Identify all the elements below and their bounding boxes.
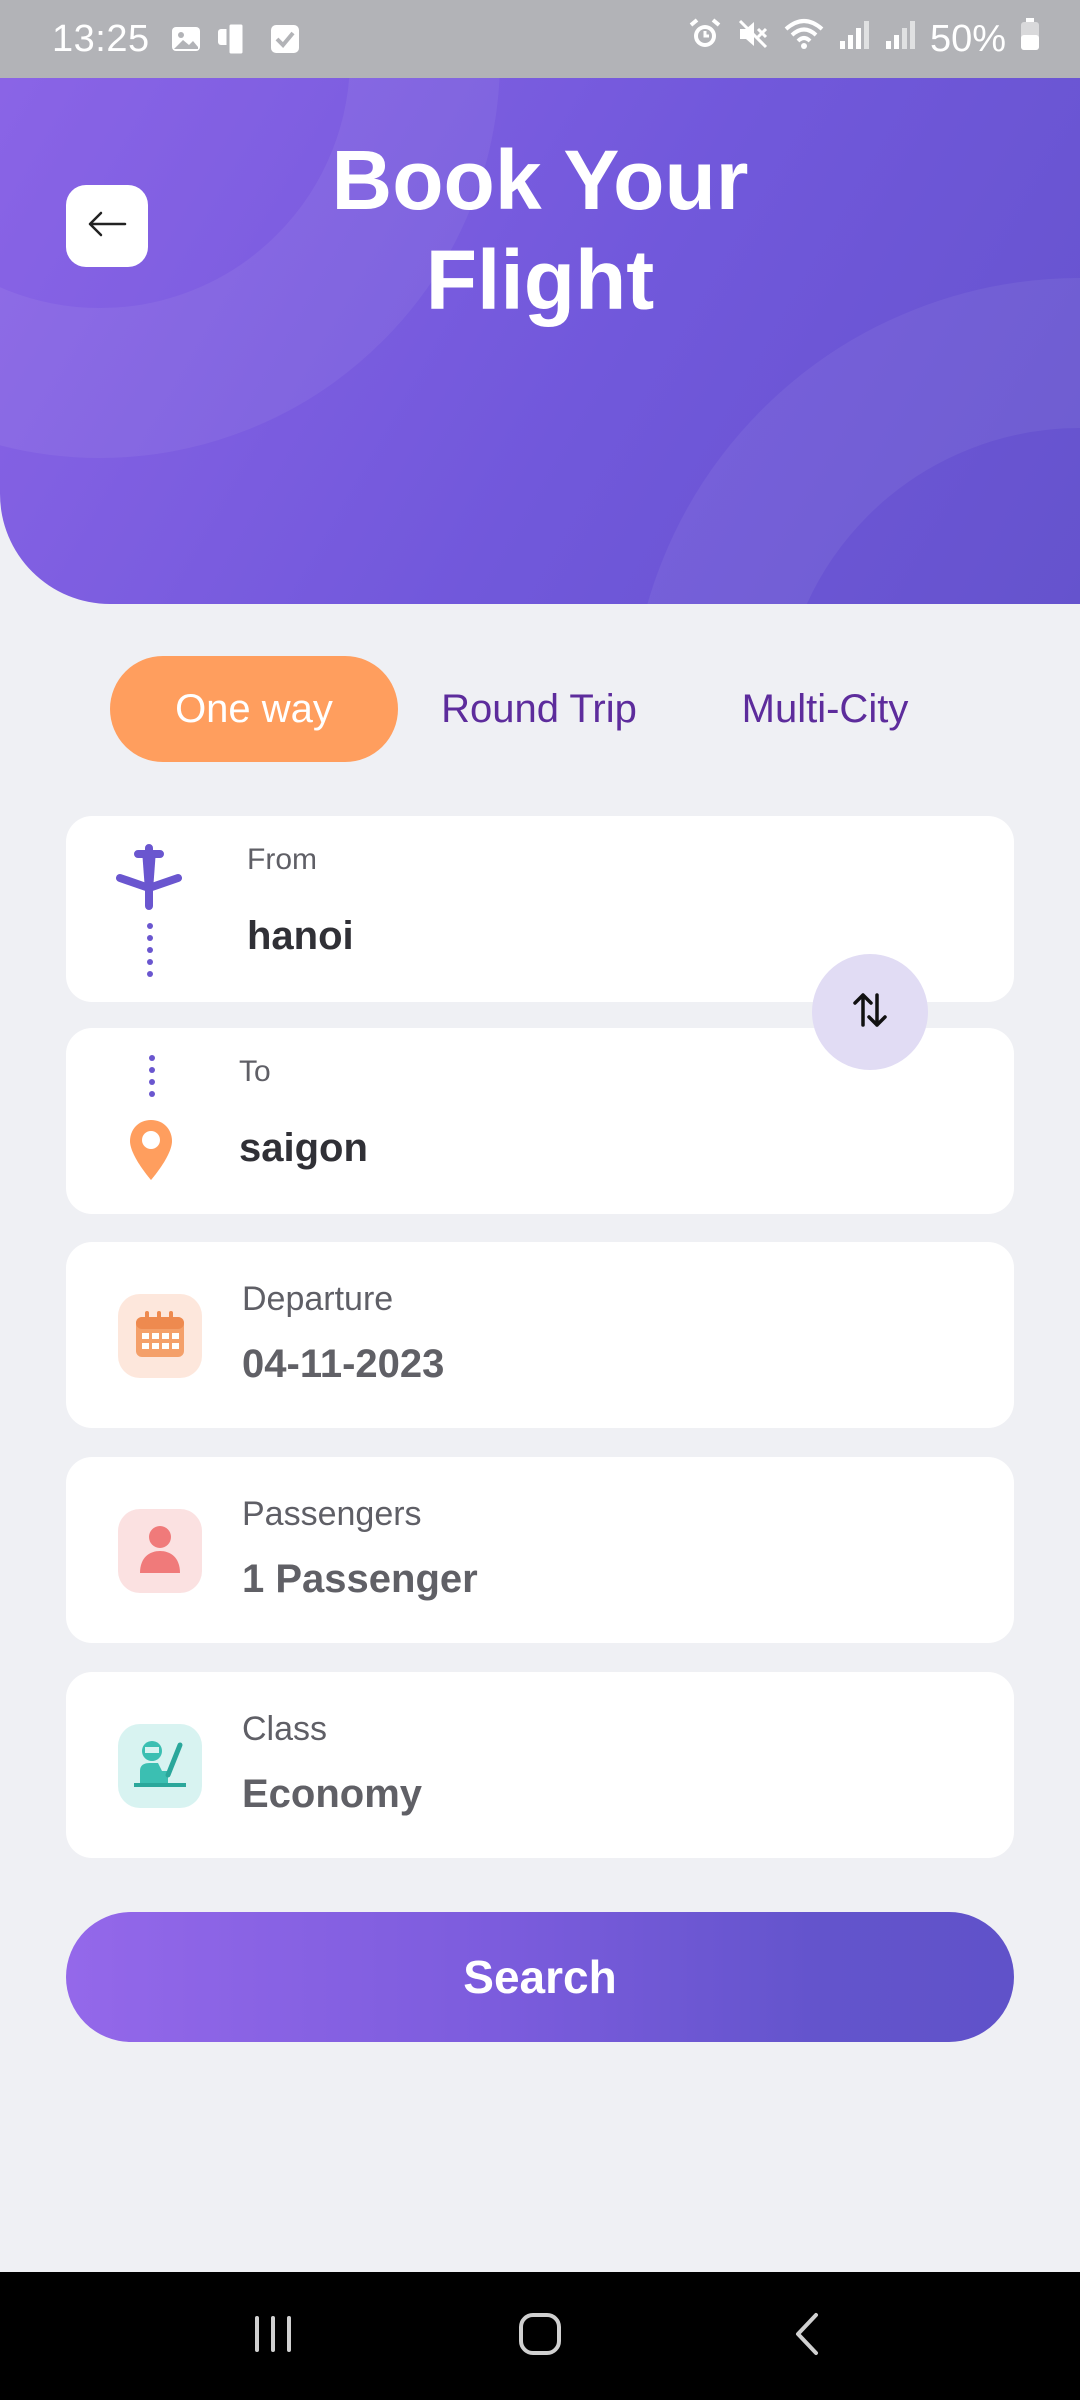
to-label: To xyxy=(239,1055,271,1088)
departure-icon-box xyxy=(118,1294,202,1378)
swap-vertical-icon xyxy=(852,989,888,1036)
signal-icon xyxy=(838,18,870,61)
mute-icon xyxy=(736,17,770,61)
passengers-label: Passengers xyxy=(242,1495,422,1533)
departure-value: 04-11-2023 xyxy=(242,1342,445,1386)
back-icon xyxy=(792,2311,822,2362)
home-icon xyxy=(517,2311,563,2362)
title-line-2: Flight xyxy=(425,233,655,327)
class-value: Economy xyxy=(242,1772,423,1816)
person-icon xyxy=(136,1523,184,1580)
passengers-field[interactable]: Passengers 1 Passenger xyxy=(66,1457,1014,1643)
tab-round-trip[interactable]: Round Trip xyxy=(398,656,680,762)
back-button[interactable] xyxy=(66,185,148,267)
departure-field[interactable]: Departure 04-11-2023 xyxy=(66,1242,1014,1428)
seat-icon xyxy=(132,1737,188,1796)
from-label: From xyxy=(247,843,317,876)
from-value: hanoi xyxy=(247,914,354,958)
title-line-1: Book Your xyxy=(331,133,749,227)
recents-button[interactable] xyxy=(213,2291,333,2381)
checkbox-icon xyxy=(270,24,300,54)
page-title: Book Your Flight xyxy=(240,130,840,330)
trip-type-tabs: One way Round Trip Multi-City xyxy=(110,656,970,762)
tab-one-way[interactable]: One way xyxy=(110,656,398,762)
battery-text: 50% xyxy=(929,17,1006,60)
airplane-icon xyxy=(116,844,182,921)
status-icons: 50% xyxy=(688,17,1040,61)
search-button[interactable]: Search xyxy=(66,1912,1014,2042)
class-label: Class xyxy=(242,1710,328,1748)
swap-button[interactable] xyxy=(812,954,928,1070)
location-pin-icon xyxy=(128,1118,174,1187)
to-value: saigon xyxy=(239,1126,368,1170)
passengers-icon-box xyxy=(118,1509,202,1593)
screen: 13:25 50% Book Your Flight One way Round… xyxy=(0,0,1080,2400)
class-field[interactable]: Class Economy xyxy=(66,1672,1014,1858)
passengers-value: 1 Passenger xyxy=(242,1557,478,1601)
image-icon xyxy=(170,23,202,55)
home-button[interactable] xyxy=(480,2291,600,2381)
arrow-left-icon xyxy=(87,211,127,242)
header: Book Your Flight xyxy=(0,78,1080,604)
route-dots xyxy=(146,922,154,985)
class-icon-box xyxy=(118,1724,202,1808)
nav-back-button[interactable] xyxy=(747,2291,867,2381)
tab-multi-city[interactable]: Multi-City xyxy=(680,656,970,762)
navigation-bar xyxy=(0,2272,1080,2400)
device-icon xyxy=(216,21,256,57)
calendar-icon xyxy=(133,1309,187,1364)
signal-icon xyxy=(884,18,916,61)
status-time: 13:25 xyxy=(52,17,150,60)
battery-icon xyxy=(1020,17,1040,61)
departure-label: Departure xyxy=(242,1280,394,1318)
wifi-icon xyxy=(784,17,824,61)
recents-icon xyxy=(251,2314,295,2359)
route-dots xyxy=(148,1054,156,1111)
alarm-icon xyxy=(688,17,722,61)
status-bar: 13:25 50% xyxy=(0,0,1080,78)
